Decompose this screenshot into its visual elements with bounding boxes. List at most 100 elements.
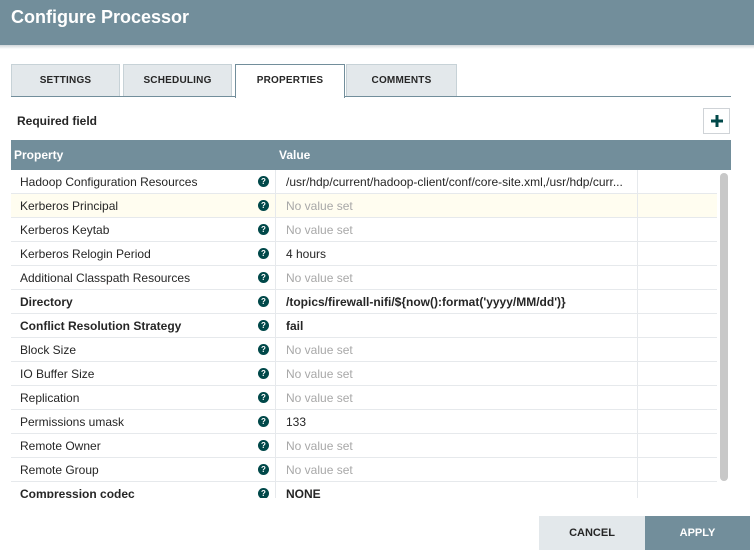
column-divider [637, 482, 638, 498]
plus-icon [710, 115, 723, 127]
apply-button[interactable]: APPLY [645, 516, 750, 550]
question-circle-icon[interactable]: ? [258, 368, 269, 379]
table-row[interactable]: Replication? No value set [11, 386, 717, 410]
property-name: Kerberos Keytab [20, 223, 110, 237]
property-name: Compression codec [20, 487, 135, 498]
table-row[interactable]: Directory? /topics/firewall-nifi/${now():… [11, 290, 717, 314]
column-divider [275, 338, 276, 362]
question-circle-icon[interactable]: ? [258, 416, 269, 427]
column-divider [275, 410, 276, 434]
dialog-header: Configure Processor [0, 0, 754, 45]
column-header-property: Property [14, 148, 64, 162]
column-divider [637, 386, 638, 410]
property-name: Replication [20, 391, 80, 405]
property-value[interactable]: 133 [286, 415, 636, 429]
table-row[interactable]: Remote Owner? No value set [11, 434, 717, 458]
property-value[interactable]: No value set [286, 199, 636, 213]
dialog-title: Configure Processor [11, 7, 190, 27]
property-value[interactable]: No value set [286, 367, 636, 381]
property-name: Conflict Resolution Strategy [20, 319, 182, 333]
properties-table: Property Value Hadoop Configuration Reso… [11, 140, 731, 498]
column-header-value: Value [279, 148, 311, 162]
column-divider [637, 410, 638, 434]
property-name: Additional Classpath Resources [20, 271, 191, 285]
column-divider [275, 362, 276, 386]
question-circle-icon[interactable]: ? [258, 464, 269, 475]
property-name: Kerberos Principal [20, 199, 119, 213]
column-divider [637, 458, 638, 482]
column-divider [275, 482, 276, 498]
column-divider [637, 434, 638, 458]
property-value[interactable]: No value set [286, 463, 636, 477]
question-circle-icon[interactable]: ? [258, 392, 269, 403]
table-row[interactable]: Kerberos Principal? No value set [11, 194, 717, 218]
property-value[interactable]: No value set [286, 439, 636, 453]
table-row[interactable]: Additional Classpath Resources? No value … [11, 266, 717, 290]
question-circle-icon[interactable]: ? [258, 344, 269, 355]
table-row[interactable]: Kerberos Keytab? No value set [11, 218, 717, 242]
column-divider [637, 170, 638, 194]
property-name: IO Buffer Size [20, 367, 95, 381]
table-row[interactable]: Conflict Resolution Strategy? fail [11, 314, 717, 338]
property-name: Permissions umask [20, 415, 125, 429]
property-value[interactable]: /usr/hdp/current/hadoop-client/conf/core… [286, 175, 636, 189]
required-field-label: Required field [17, 114, 98, 128]
column-divider [637, 362, 638, 386]
property-value[interactable]: fail [286, 319, 636, 333]
add-property-button[interactable] [703, 108, 730, 134]
table-row[interactable]: Remote Group? No value set [11, 458, 717, 482]
table-row[interactable]: Block Size? No value set [11, 338, 717, 362]
column-divider [637, 338, 638, 362]
column-divider [637, 194, 638, 218]
question-circle-icon[interactable]: ? [258, 488, 269, 498]
column-divider [275, 242, 276, 266]
property-name: Kerberos Relogin Period [20, 247, 151, 261]
header-shadow [0, 45, 754, 49]
column-divider [637, 266, 638, 290]
property-name: Remote Owner [20, 439, 101, 453]
tab-comments[interactable]: COMMENTS [346, 64, 457, 96]
column-divider [275, 458, 276, 482]
table-body: Hadoop Configuration Resources? /usr/hdp/… [11, 170, 717, 498]
column-divider [275, 218, 276, 242]
question-circle-icon[interactable]: ? [258, 224, 269, 235]
column-divider [275, 434, 276, 458]
question-circle-icon[interactable]: ? [258, 176, 269, 187]
property-name: Remote Group [20, 463, 99, 477]
question-circle-icon[interactable]: ? [258, 296, 269, 307]
table-row[interactable]: Hadoop Configuration Resources? /usr/hdp/… [11, 170, 717, 194]
property-value[interactable]: No value set [286, 343, 636, 357]
tab-scheduling[interactable]: SCHEDULING [123, 64, 232, 96]
property-name: Directory [20, 295, 73, 309]
column-divider [637, 314, 638, 338]
column-divider [637, 242, 638, 266]
dialog-footer: CANCEL APPLY [0, 516, 754, 550]
property-name: Hadoop Configuration Resources [20, 175, 198, 189]
property-value[interactable]: No value set [286, 223, 636, 237]
question-circle-icon[interactable]: ? [258, 248, 269, 259]
table-row[interactable]: Permissions umask? 133 [11, 410, 717, 434]
property-value[interactable]: /topics/firewall-nifi/${now():format('yy… [286, 295, 636, 309]
table-row[interactable]: IO Buffer Size? No value set [11, 362, 717, 386]
property-value[interactable]: No value set [286, 271, 636, 285]
cancel-button[interactable]: CANCEL [539, 516, 645, 550]
column-divider [275, 386, 276, 410]
column-divider [637, 218, 638, 242]
question-circle-icon[interactable]: ? [258, 440, 269, 451]
tab-settings[interactable]: SETTINGS [11, 64, 120, 96]
question-circle-icon[interactable]: ? [258, 320, 269, 331]
question-circle-icon[interactable]: ? [258, 200, 269, 211]
property-name: Block Size [20, 343, 77, 357]
property-value[interactable]: No value set [286, 391, 636, 405]
property-value[interactable]: 4 hours [286, 247, 636, 261]
tab-bar: SETTINGS SCHEDULING PROPERTIES COMMENTS [11, 64, 731, 98]
scrollbar-thumb[interactable] [720, 173, 728, 481]
column-divider [637, 290, 638, 314]
question-circle-icon[interactable]: ? [258, 272, 269, 283]
property-value[interactable]: NONE [286, 487, 636, 498]
table-row[interactable]: Kerberos Relogin Period? 4 hours [11, 242, 717, 266]
column-divider [275, 194, 276, 218]
table-header: Property Value [11, 140, 731, 170]
table-row[interactable]: Compression codec? NONE [11, 482, 717, 498]
tab-properties[interactable]: PROPERTIES [235, 64, 345, 98]
